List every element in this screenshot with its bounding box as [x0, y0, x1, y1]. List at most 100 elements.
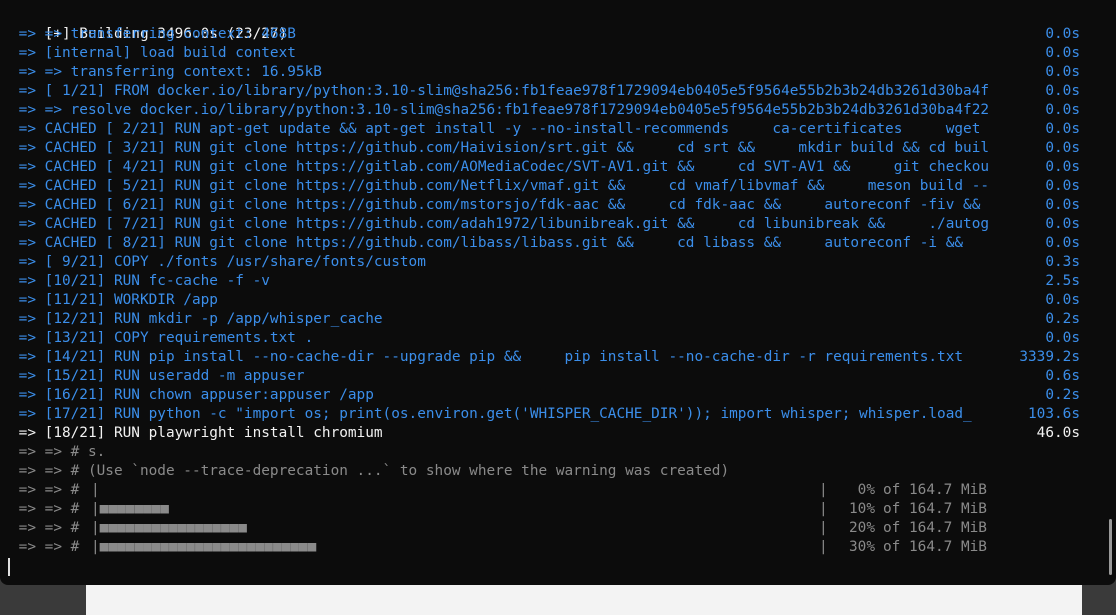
- step-duration: 0.0s: [1045, 159, 1080, 175]
- step-duration: 0.0s: [1045, 292, 1080, 308]
- step-text: => => resolve docker.io/library/python:3…: [10, 102, 990, 118]
- progress-percent: 30%: [849, 539, 875, 555]
- progress-percent: 10%: [849, 501, 875, 517]
- progress-prefix: => => #: [10, 539, 80, 555]
- step-text: => => transferring context: 16.95kB: [10, 64, 322, 80]
- step-text: => CACHED [ 3/21] RUN git clone https://…: [10, 140, 990, 156]
- step-duration: 0.0s: [1045, 45, 1080, 61]
- step-text: => => # (Use `node --trace-deprecation .…: [10, 463, 730, 479]
- build-step-line: => [13/21] COPY requirements.txt . 0.0s: [0, 329, 1116, 348]
- build-step-line: => => resolve docker.io/library/python:3…: [0, 101, 1116, 120]
- build-step-line: => [12/21] RUN mkdir -p /app/whisper_cac…: [0, 310, 1116, 329]
- build-step-line: => CACHED [ 5/21] RUN git clone https://…: [0, 177, 1116, 196]
- step-text: => [18/21] RUN playwright install chromi…: [10, 425, 383, 441]
- progress-size: of 164.7 MiB: [883, 520, 987, 536]
- step-text: => [internal] load build context: [10, 45, 296, 61]
- build-step-line: => CACHED [ 6/21] RUN git clone https://…: [0, 196, 1116, 215]
- step-text: => [13/21] COPY requirements.txt .: [10, 330, 314, 346]
- progress-prefix: => => #: [10, 482, 80, 498]
- step-text: => [15/21] RUN useradd -m appuser: [10, 368, 305, 384]
- step-duration: 0.0s: [1045, 235, 1080, 251]
- build-step-line: => CACHED [ 7/21] RUN git clone https://…: [0, 215, 1116, 234]
- build-step-line: => CACHED [ 2/21] RUN apt-get update && …: [0, 120, 1116, 139]
- step-duration: 0.0s: [1045, 83, 1080, 99]
- build-step-line: => [10/21] RUN fc-cache -f -v 2.5s: [0, 272, 1116, 291]
- step-text: => CACHED [ 8/21] RUN git clone https://…: [10, 235, 964, 251]
- step-text: => CACHED [ 5/21] RUN git clone https://…: [10, 178, 990, 194]
- build-step-line: => CACHED [ 4/21] RUN git clone https://…: [0, 158, 1116, 177]
- build-step-line: => [15/21] RUN useradd -m appuser 0.6s: [0, 367, 1116, 386]
- step-text: => [ 9/21] COPY ./fonts /usr/share/fonts…: [10, 254, 426, 270]
- step-text: => CACHED [ 4/21] RUN git clone https://…: [10, 159, 990, 175]
- terminal-window[interactable]: [+] Building 3496.0s (23/27) => => trans…: [0, 0, 1116, 585]
- build-step-line: => [17/21] RUN python -c "import os; pri…: [0, 405, 1116, 424]
- step-duration: 0.0s: [1045, 216, 1080, 232]
- progress-size: of 164.7 MiB: [883, 501, 987, 517]
- download-progress: => => # | | 0% of 164.7 MiB => => # |■■■■■■■■…: [0, 481, 1116, 557]
- step-text: => CACHED [ 2/21] RUN apt-get update && …: [10, 121, 981, 137]
- step-duration: 46.0s: [1036, 425, 1080, 441]
- step-duration: 2.5s: [1045, 273, 1080, 289]
- build-step-line: => [16/21] RUN chown appuser:appuser /ap…: [0, 386, 1116, 405]
- step-duration: 0.6s: [1045, 368, 1080, 384]
- step-duration: 0.0s: [1045, 140, 1080, 156]
- step-text: => [17/21] RUN python -c "import os; pri…: [10, 406, 972, 422]
- progress-line: => => # |■■■■■■■■■■■■■■■■■■■■■■■■■ | 30% of …: [0, 538, 1116, 557]
- step-text: => => transferring context: 468B: [10, 26, 296, 42]
- step-duration: 0.0s: [1045, 178, 1080, 194]
- progress-bar: |■■■■■■■■■■■■■■■■■■■■■■■■■: [91, 539, 317, 555]
- progress-line: => => # |■■■■■■■■■■■■■■■■■ | 20% of 164.7 Mi…: [0, 519, 1116, 538]
- step-text: => [10/21] RUN fc-cache -f -v: [10, 273, 270, 289]
- progress-line: => => # |■■■■■■■■ | 10% of 164.7 MiB: [0, 500, 1116, 519]
- progress-size: of 164.7 MiB: [883, 539, 987, 555]
- step-text: => [ 1/21] FROM docker.io/library/python…: [10, 83, 990, 99]
- step-text: => [14/21] RUN pip install --no-cache-di…: [10, 349, 964, 365]
- progress-separator: |: [819, 539, 828, 555]
- progress-prefix: => => #: [10, 520, 80, 536]
- step-text: => CACHED [ 7/21] RUN git clone https://…: [10, 216, 990, 232]
- progress-line: => => # | | 0% of 164.7 MiB: [0, 481, 1116, 500]
- progress-separator: |: [819, 520, 828, 536]
- progress-prefix: => => #: [10, 501, 80, 517]
- build-step-line: => CACHED [ 3/21] RUN git clone https://…: [0, 139, 1116, 158]
- step-duration: 0.0s: [1045, 64, 1080, 80]
- build-step-line: => => transferring context: 16.95kB 0.0s: [0, 63, 1116, 82]
- progress-size: of 164.7 MiB: [883, 482, 987, 498]
- build-header: [+] Building 3496.0s (23/27): [44, 26, 288, 42]
- step-text: => [12/21] RUN mkdir -p /app/whisper_cac…: [10, 311, 383, 327]
- background-window: [86, 585, 1082, 615]
- progress-percent: 0%: [857, 482, 875, 498]
- step-duration: 0.0s: [1045, 102, 1080, 118]
- scrollbar[interactable]: [1109, 519, 1112, 575]
- build-step-line: => [18/21] RUN playwright install chromi…: [0, 424, 1116, 443]
- build-step-line: => => # (Use `node --trace-deprecation .…: [0, 462, 1116, 481]
- step-duration: 0.2s: [1045, 311, 1080, 327]
- build-step-line: => [ 9/21] COPY ./fonts /usr/share/fonts…: [0, 253, 1116, 272]
- step-text: => CACHED [ 6/21] RUN git clone https://…: [10, 197, 981, 213]
- progress-bar: |: [91, 482, 100, 498]
- step-text: => [11/21] WORKDIR /app: [10, 292, 218, 308]
- progress-percent: 20%: [849, 520, 875, 536]
- step-duration: 0.0s: [1045, 121, 1080, 137]
- step-duration: 0.3s: [1045, 254, 1080, 270]
- build-step-line: => CACHED [ 8/21] RUN git clone https://…: [0, 234, 1116, 253]
- build-step-line: => => transferring context: 468B 0.0s: [0, 25, 1116, 44]
- build-step-line: => [14/21] RUN pip install --no-cache-di…: [0, 348, 1116, 367]
- build-step-line: => => # s.: [0, 443, 1116, 462]
- step-duration: 0.0s: [1045, 330, 1080, 346]
- build-steps: => => transferring context: 468B 0.0s => …: [0, 25, 1116, 481]
- step-duration: 3339.2s: [1019, 349, 1080, 365]
- progress-bar: |■■■■■■■■: [91, 501, 169, 517]
- step-duration: 0.2s: [1045, 387, 1080, 403]
- step-duration: 0.0s: [1045, 26, 1080, 42]
- build-step-line: => [ 1/21] FROM docker.io/library/python…: [0, 82, 1116, 101]
- step-duration: 0.0s: [1045, 197, 1080, 213]
- build-step-line: => [11/21] WORKDIR /app 0.0s: [0, 291, 1116, 310]
- progress-separator: |: [819, 482, 828, 498]
- step-text: => => # s.: [10, 444, 106, 460]
- text-cursor: [8, 558, 10, 576]
- step-duration: 103.6s: [1028, 406, 1080, 422]
- progress-bar: |■■■■■■■■■■■■■■■■■: [91, 520, 247, 536]
- progress-separator: |: [819, 501, 828, 517]
- build-step-line: => [internal] load build context 0.0s: [0, 44, 1116, 63]
